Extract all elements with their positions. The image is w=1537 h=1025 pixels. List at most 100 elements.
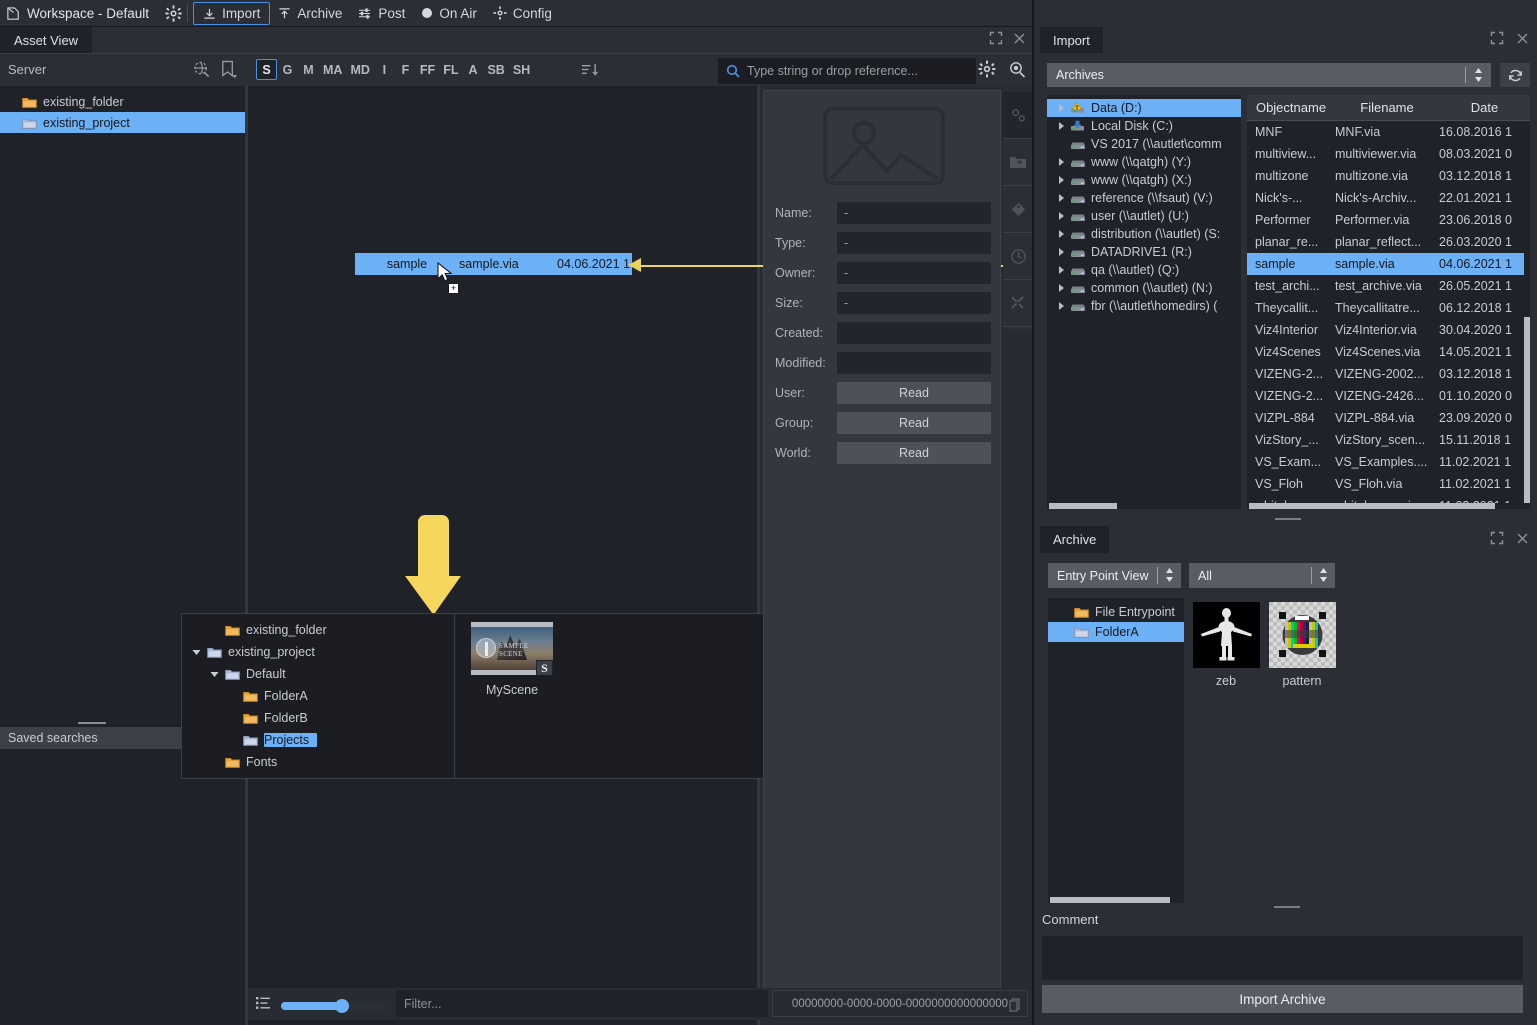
tools-tool-button[interactable] [1003,280,1033,327]
archive-item[interactable]: zeb [1190,602,1262,900]
archive-tree-item-File Entrypoint[interactable]: File Entrypoint [1048,602,1184,622]
property-value-user[interactable]: Read [837,382,991,404]
archive-item[interactable]: pattern [1266,602,1338,900]
property-value-world[interactable]: Read [837,442,991,464]
tab-asset-view[interactable]: Asset View [0,27,92,53]
expand-triangle-icon[interactable] [1059,212,1064,220]
entry-point-view-combo[interactable]: Entry Point View [1048,563,1181,588]
type-filter-ff[interactable]: FF [416,59,439,80]
property-value-created[interactable] [837,322,991,344]
expand-triangle-icon[interactable] [1059,248,1064,256]
bookmark-icon[interactable] [220,60,237,79]
drive-item[interactable]: DATADRIVE1 (R:) [1047,243,1241,261]
filter-bar[interactable] [396,990,768,1017]
drive-item[interactable]: Data (D:) [1047,99,1241,117]
drive-item[interactable]: qa (\\autlet) (Q:) [1047,261,1241,279]
drive-tree-hscrollbar[interactable] [1047,503,1241,509]
maximize-icon[interactable] [1490,531,1504,545]
maximize-icon[interactable] [1490,31,1504,45]
slider-knob[interactable] [335,999,349,1013]
properties-tool-button[interactable] [1003,92,1033,139]
type-filter-m[interactable]: M [298,59,319,80]
drive-item[interactable]: fbr (\\autlet\homedirs) ( [1047,297,1241,315]
column-header-filename[interactable]: Filename [1335,95,1439,120]
tab-archive[interactable]: Archive [1040,526,1109,553]
column-header-objectname[interactable]: Objectname [1247,95,1335,120]
popup-tree-item-existing_folder[interactable]: existing_folder [182,619,454,641]
type-filter-a[interactable]: A [462,59,483,80]
server-tree-item-existing_folder[interactable]: existing_folder [0,91,245,112]
expand-triangle-icon[interactable] [1059,284,1064,292]
maximize-icon[interactable] [989,31,1003,45]
filter-input[interactable] [404,997,744,1011]
menu-item-config[interactable]: Config [485,2,560,25]
archive-entrypoint-tree[interactable]: File EntrypointFolderA [1048,598,1184,900]
menu-item-archive[interactable]: Archive [270,2,350,25]
drive-item[interactable]: user (\\autlet) (U:) [1047,207,1241,225]
archive-table[interactable]: Objectname Filename Date MNFMNF.via16.08… [1247,95,1530,507]
close-icon[interactable] [1013,32,1026,45]
popup-tree-item-existing_project[interactable]: existing_project [182,641,454,663]
archive-table-row[interactable]: Viz4InteriorViz4Interior.via30.04.2020 1 [1247,319,1530,341]
close-icon[interactable] [1516,532,1529,545]
archive-table-hscrollbar[interactable] [1247,503,1530,509]
archive-table-vscrollbar[interactable] [1524,121,1530,507]
popup-tree-item-FolderA[interactable]: FolderA [182,685,454,707]
property-value-size[interactable]: - [837,292,991,314]
type-filter-sh[interactable]: SH [509,59,534,80]
archive-tree-item-FolderA[interactable]: FolderA [1048,622,1184,642]
saved-searches-grip[interactable] [78,722,106,724]
open-folder-tool-button[interactable] [1003,139,1033,186]
archive-table-row[interactable]: VIZENG-2...VIZENG-2426...01.10.2020 0 [1247,385,1530,407]
expand-triangle-icon[interactable] [1059,158,1064,166]
history-tool-button[interactable] [1003,233,1033,280]
type-filter-f[interactable]: F [395,59,416,80]
drive-item[interactable]: Local Disk (C:) [1047,117,1241,135]
expand-triangle-icon[interactable] [1059,230,1064,238]
archive-table-row[interactable]: test_archi...test_archive.via26.05.2021 … [1247,275,1530,297]
expand-triangle-icon[interactable] [1059,104,1064,112]
archive-table-row[interactable]: planar_re...planar_reflect...26.03.2020 … [1247,231,1530,253]
popup-tree-item-FolderB[interactable]: FolderB [182,707,454,729]
list-view-icon[interactable] [256,996,270,1010]
thumbnail-size-slider[interactable] [281,1002,386,1010]
advanced-search-icon[interactable] [1008,60,1026,78]
expand-triangle-icon[interactable] [1059,176,1064,184]
expand-triangle-icon[interactable] [1059,194,1064,202]
archive-table-row[interactable]: VS_Exam...VS_Examples....11.02.2021 1 [1247,451,1530,473]
archive-table-row[interactable]: MNFMNF.via16.08.2016 1 [1247,121,1530,143]
drive-item[interactable]: reference (\\fsaut) (V:) [1047,189,1241,207]
tag-tool-button[interactable] [1003,186,1033,233]
type-filter-i[interactable]: I [374,59,395,80]
archive-table-row[interactable]: Viz4ScenesViz4Scenes.via14.05.2021 1 [1247,341,1530,363]
dock-splitter-grip[interactable] [1275,518,1301,520]
popup-tree-item-Fonts[interactable]: Fonts [182,751,454,773]
drive-item[interactable]: www (\\qatgh) (X:) [1047,171,1241,189]
menu-item-post[interactable]: Post [350,2,413,25]
search-input[interactable] [747,64,925,78]
panel-splitter-right[interactable] [757,86,760,1025]
copy-icon[interactable] [1009,998,1022,1012]
property-value-owner[interactable]: - [837,262,991,284]
archive-item-grid[interactable]: zeb [1188,598,1529,900]
asset-item[interactable]: SAMPLE SCENE S MyScene [469,622,555,697]
expand-triangle-icon[interactable] [1059,302,1064,310]
comment-input[interactable] [1042,936,1523,980]
archive-table-row[interactable]: samplesample.via04.06.2021 1 [1247,253,1530,275]
import-archive-button[interactable]: Import Archive [1042,985,1523,1013]
drive-item[interactable]: common (\\autlet) (N:) [1047,279,1241,297]
property-value-group[interactable]: Read [837,412,991,434]
archive-table-row[interactable]: VIZPL-884VIZPL-884.via23.09.2020 0 [1247,407,1530,429]
expand-triangle-icon[interactable] [1059,122,1064,130]
archive-table-row[interactable]: Theycallit...Theycallitatre...06.12.2018… [1247,297,1530,319]
type-filter-fl[interactable]: FL [439,59,462,80]
close-icon[interactable] [1516,32,1529,45]
drive-item[interactable]: www (\\qatgh) (Y:) [1047,153,1241,171]
search-settings-icon[interactable] [978,60,996,78]
archive-table-row[interactable]: multiview...multiviewer.via08.03.2021 0 [1247,143,1530,165]
type-filter-g[interactable]: G [277,59,298,80]
property-value-name[interactable]: - [837,202,991,224]
archive-table-row[interactable]: Nick's-...Nick's-Archiv...22.01.2021 1 [1247,187,1530,209]
archive-table-row[interactable]: VS_FlohVS_Floh.via11.02.2021 1 [1247,473,1530,495]
tab-import[interactable]: Import [1040,27,1103,53]
